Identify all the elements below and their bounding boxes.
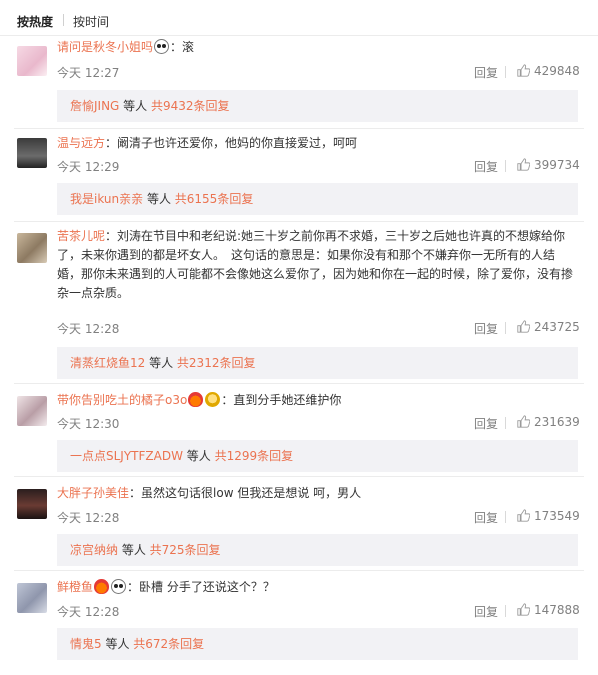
like-button[interactable]: 173549: [517, 509, 580, 523]
comment-time: 今天 12:28: [57, 605, 120, 619]
thumbs-up-icon: [517, 509, 531, 522]
comment-body: ：虽然这句话很low 但我还是想说 呵，男人: [129, 486, 362, 500]
comment-body: ：刘涛在节目中和老纪说:她三十岁之前你再不求婚，三十岁之后她也许真的不想嫁给你了…: [57, 229, 574, 300]
commenter-name[interactable]: 请问是秋冬小姐吗: [57, 40, 153, 54]
reply-button[interactable]: 回复: [474, 320, 498, 337]
action-divider: [505, 322, 506, 334]
sort-by-hot-tab[interactable]: 按热度: [17, 13, 53, 30]
action-divider: [505, 160, 506, 172]
comment-item: 带你告别吃土的橘子o3o ：直到分手她还维护你 今天 12:30 回复 23163…: [0, 383, 598, 476]
action-divider: [505, 66, 506, 78]
sub-reply-user[interactable]: 我是ikun亲亲: [70, 192, 143, 206]
thumbs-up-icon: [517, 415, 531, 428]
comment-body: ：阚清子也许还爱你，他妈的你直接爱过，呵呵: [105, 136, 358, 150]
sub-reply-summary[interactable]: 詹愉JING 等人 共9432条回复: [57, 90, 578, 122]
comment-time: 今天 12:30: [57, 417, 120, 431]
commenter-name[interactable]: 鲜橙鱼: [57, 580, 93, 594]
thumbs-up-icon: [517, 320, 531, 333]
panda-emoji-icon: [111, 579, 127, 594]
sub-reply-total[interactable]: 共6155条回复: [175, 192, 254, 206]
commenter-name[interactable]: 苦茶儿呢: [57, 229, 105, 243]
fire-badge-icon: [188, 392, 204, 407]
sub-reply-mid: 等人: [119, 99, 151, 113]
sub-reply-summary[interactable]: 清蒸红烧鱼12 等人 共2312条回复: [57, 347, 578, 379]
comment-item: 请问是秋冬小姐吗 ：滚 今天 12:27 回复 429848 詹愉JING 等人 …: [0, 36, 598, 128]
sub-reply-total[interactable]: 共9432条回复: [151, 99, 230, 113]
thumbs-up-icon: [517, 158, 531, 171]
like-count: 231639: [534, 415, 580, 429]
comment-text: 鲜橙鱼 ：卧槽 分手了还说这个？？: [57, 578, 574, 597]
like-count: 173549: [534, 509, 580, 523]
commenter-name[interactable]: 大胖子孙美佳: [57, 486, 129, 500]
comment-text: 苦茶儿呢：刘涛在节目中和老纪说:她三十岁之前你再不求婚，三十岁之后她也许真的不想…: [57, 227, 574, 303]
commenter-name[interactable]: 温与远方: [57, 136, 105, 150]
comment-body: ：直到分手她还维护你: [221, 393, 342, 407]
sub-reply-mid: 等人: [182, 449, 215, 463]
comment-text: 温与远方：阚清子也许还爱你，他妈的你直接爱过，呵呵: [57, 134, 574, 153]
reply-button[interactable]: 回复: [474, 158, 498, 175]
sort-bar: 按热度 按时间: [0, 0, 598, 36]
sort-divider: [63, 14, 64, 26]
comment-time: 今天 12:29: [57, 160, 120, 174]
action-divider: [505, 511, 506, 523]
comment-item: 温与远方：阚清子也许还爱你，他妈的你直接爱过，呵呵 今天 12:29 回复 39…: [0, 128, 598, 221]
reply-button[interactable]: 回复: [474, 64, 498, 81]
like-button[interactable]: 429848: [517, 64, 580, 78]
comment-time: 今天 12:27: [57, 66, 120, 80]
sub-reply-summary[interactable]: 情鬼5 等人 共672条回复: [57, 628, 578, 660]
comment-body: ：滚: [170, 40, 195, 54]
sub-reply-user[interactable]: 詹愉JING: [70, 99, 119, 113]
thumbs-up-icon: [517, 603, 531, 616]
thumbs-up-icon: [517, 64, 531, 77]
avatar[interactable]: [17, 489, 47, 519]
comment-time: 今天 12:28: [57, 511, 120, 525]
action-divider: [505, 605, 506, 617]
like-button[interactable]: 399734: [517, 158, 580, 172]
sub-reply-summary[interactable]: 一点点SLJYTFZADW 等人 共1299条回复: [57, 440, 578, 472]
panda-emoji-icon: [154, 39, 170, 54]
sub-reply-user[interactable]: 一点点SLJYTFZADW: [70, 449, 183, 463]
comment-item: 苦茶儿呢：刘涛在节目中和老纪说:她三十岁之前你再不求婚，三十岁之后她也许真的不想…: [0, 221, 598, 383]
sub-reply-user[interactable]: 凉宫纳纳: [70, 543, 118, 557]
sub-reply-mid: 等人: [145, 356, 177, 370]
sub-reply-total[interactable]: 共2312条回复: [177, 356, 256, 370]
action-divider: [505, 417, 506, 429]
comment-item: 鲜橙鱼 ：卧槽 分手了还说这个？？ 今天 12:28 回复 147888 情鬼5 …: [0, 570, 598, 675]
like-count: 429848: [534, 64, 580, 78]
comment-text: 带你告别吃土的橘子o3o ：直到分手她还维护你: [57, 391, 574, 410]
sub-reply-mid: 等人: [143, 192, 175, 206]
sub-reply-summary[interactable]: 凉宫纳纳 等人 共725条回复: [57, 534, 578, 566]
comment-time: 今天 12:28: [57, 322, 120, 336]
commenter-name[interactable]: 带你告别吃土的橘子o3o: [57, 393, 187, 407]
sub-reply-total[interactable]: 共672条回复: [133, 637, 204, 651]
sub-reply-summary[interactable]: 我是ikun亲亲 等人 共6155条回复: [57, 183, 578, 215]
like-button[interactable]: 243725: [517, 320, 580, 334]
gold-badge-icon: [205, 392, 221, 407]
avatar[interactable]: [17, 583, 47, 613]
fire-badge-icon: [94, 579, 110, 594]
sort-by-time-tab[interactable]: 按时间: [73, 13, 109, 30]
comment-body: ：卧槽 分手了还说这个？？: [127, 580, 275, 594]
reply-button[interactable]: 回复: [474, 415, 498, 432]
comment-text: 大胖子孙美佳：虽然这句话很low 但我还是想说 呵，男人: [57, 484, 574, 503]
avatar[interactable]: [17, 233, 47, 263]
sub-reply-total[interactable]: 共725条回复: [150, 543, 221, 557]
sub-reply-user[interactable]: 情鬼5: [70, 637, 102, 651]
avatar[interactable]: [17, 396, 47, 426]
comment-item: 大胖子孙美佳：虽然这句话很low 但我还是想说 呵，男人 今天 12:28 回复…: [0, 476, 598, 570]
sub-reply-mid: 等人: [101, 637, 134, 651]
like-count: 147888: [534, 603, 580, 617]
like-button[interactable]: 147888: [517, 603, 580, 617]
like-button[interactable]: 231639: [517, 415, 580, 429]
like-count: 399734: [534, 158, 580, 172]
comment-text: 请问是秋冬小姐吗 ：滚: [57, 38, 574, 57]
sub-reply-user[interactable]: 清蒸红烧鱼12: [70, 356, 145, 370]
sub-reply-mid: 等人: [118, 543, 150, 557]
sub-reply-total[interactable]: 共1299条回复: [215, 449, 294, 463]
reply-button[interactable]: 回复: [474, 603, 498, 620]
avatar[interactable]: [17, 46, 47, 76]
like-count: 243725: [534, 320, 580, 334]
avatar[interactable]: [17, 138, 47, 168]
reply-button[interactable]: 回复: [474, 509, 498, 526]
